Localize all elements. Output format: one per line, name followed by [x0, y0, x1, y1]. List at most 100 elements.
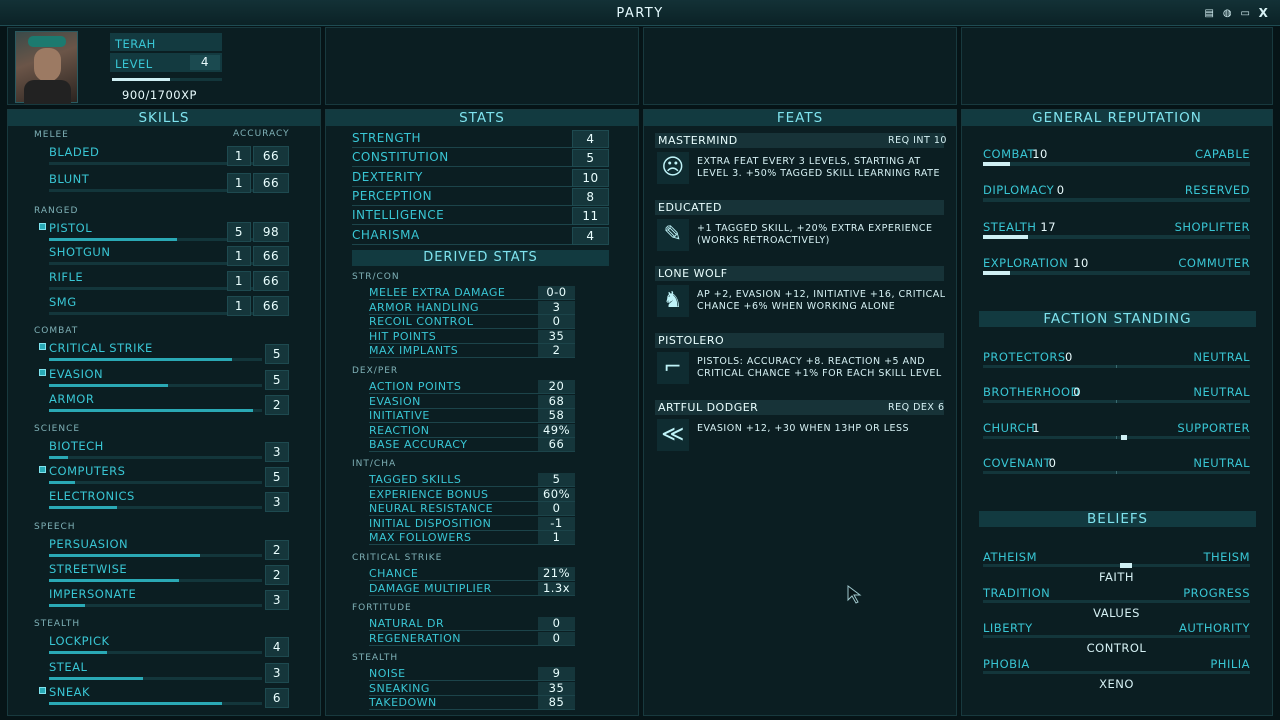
- derived-stat-label: RECOIL CONTROL: [369, 315, 474, 329]
- skill-progress-bar: [49, 456, 262, 459]
- faction-bar-center: [1116, 365, 1117, 368]
- faction-label-covenant: COVENANT: [983, 455, 1052, 470]
- faction-label-church: CHURCH: [983, 420, 1036, 435]
- reputation-value: 0: [1056, 183, 1065, 198]
- stat-label-charisma: CHARISMA: [352, 227, 420, 242]
- skill-level-value: 5: [265, 467, 289, 487]
- skill-label: STREETWISE: [49, 562, 128, 576]
- skill-category-combat: COMBAT: [34, 326, 79, 336]
- close-icon[interactable]: X: [1257, 7, 1270, 20]
- derived-stat-value: 1.3x: [538, 581, 575, 595]
- tagged-skill-icon: [39, 687, 46, 694]
- chat-icon[interactable]: ▭: [1239, 7, 1252, 20]
- reputation-value: 17: [1040, 219, 1057, 234]
- derived-stat-label: EXPERIENCE BONUS: [369, 487, 489, 501]
- empty-party-slot[interactable]: [643, 27, 957, 105]
- skill-label: LOCKPICK: [49, 634, 110, 648]
- stat-label-constitution: CONSTITUTION: [352, 150, 449, 165]
- derived-stat-value: 58: [538, 409, 575, 423]
- reputation-bar: [983, 234, 1250, 239]
- skill-level-value: 5: [265, 370, 289, 390]
- reputation-label-combat: COMBAT: [983, 147, 1035, 161]
- stat-underline: [352, 147, 609, 148]
- skill-level-value: 6: [265, 688, 289, 708]
- skill-accuracy-value: 66: [253, 146, 289, 166]
- derived-stat-label: TAGGED SKILLS: [369, 473, 462, 486]
- derived-stat-label: MAX IMPLANTS: [369, 344, 459, 358]
- derived-stat-label: MAX FOLLOWERS: [369, 531, 472, 545]
- portrait-avatar[interactable]: [15, 31, 78, 104]
- derived-stat-label: REACTION: [369, 423, 430, 437]
- reputation-rank: SHOPLIFTER: [1174, 219, 1250, 234]
- derived-underline: [369, 709, 575, 711]
- derived-underline: [369, 594, 575, 596]
- skill-label: EVASION: [49, 367, 104, 381]
- tagged-skill-icon: [39, 466, 46, 473]
- faction-rank: SUPPORTER: [1177, 420, 1250, 435]
- faction-rank: NEUTRAL: [1193, 350, 1250, 364]
- skill-category-speech: SPEECH: [34, 522, 76, 532]
- faction-label-brotherhood: BROTHERHOOD: [983, 385, 1080, 400]
- faction-value: 0: [1065, 350, 1073, 364]
- feat-requirement: REQ INT 10: [888, 135, 947, 146]
- derived-stat-value: 0: [538, 315, 575, 329]
- feat-description-line1: PISTOLS: ACCURACY +8. REACTION +5 AND: [697, 356, 926, 367]
- derived-stat-label: BASE ACCURACY: [369, 438, 468, 452]
- stat-value: 11: [572, 207, 609, 226]
- derived-stats-header: DERIVED STATS: [352, 250, 609, 266]
- grenade-icon[interactable]: ◍: [1221, 7, 1234, 20]
- derived-stat-value: 0: [538, 631, 575, 645]
- feat-description-line2: CRITICAL CHANCE +1% FOR EACH SKILL LEVEL: [697, 368, 942, 379]
- derived-stat-label: INITIATIVE: [369, 409, 430, 423]
- derived-stat-value: 20: [538, 380, 575, 393]
- faction-value: 0: [1048, 455, 1057, 470]
- wolf-icon: ♞: [657, 285, 689, 317]
- derived-stat-label: ARMOR HANDLING: [369, 300, 480, 314]
- skill-progress-bar: [49, 409, 262, 412]
- stat-value: 5: [572, 149, 609, 168]
- belief-marker: [1119, 563, 1132, 568]
- dodge-icon: ≪: [657, 419, 689, 451]
- reputation-label-exploration: EXPLORATION: [983, 255, 1069, 270]
- skill-category-ranged: RANGED: [34, 206, 79, 216]
- skill-level-value: 5: [265, 344, 289, 364]
- belief-axis-name: VALUES: [1093, 605, 1140, 620]
- derived-underline: [369, 451, 575, 453]
- feat-description-line2: (WORKS RETROACTIVELY): [697, 235, 830, 246]
- empty-party-slot[interactable]: [961, 27, 1273, 105]
- skill-accuracy-value: 66: [253, 296, 289, 316]
- derived-stat-label: CHANCE: [369, 567, 419, 580]
- derived-stat-value: 3: [538, 300, 575, 314]
- stat-label-intelligence: INTELLIGENCE: [352, 208, 445, 223]
- derived-stat-value: 21%: [538, 567, 575, 580]
- notepad-icon[interactable]: ▤: [1203, 7, 1216, 20]
- derived-stat-value: -1: [538, 516, 575, 530]
- skill-level-value: 5: [227, 222, 251, 242]
- skill-label: PISTOL: [49, 221, 93, 235]
- skill-progress-bar: [49, 358, 262, 361]
- belief-bar: [983, 670, 1250, 674]
- belief-left-label: ATHEISM: [983, 550, 1038, 564]
- stat-underline: [352, 224, 609, 226]
- derived-category: INT/CHA: [352, 459, 397, 469]
- skill-accuracy-value: 66: [253, 271, 289, 291]
- reputation-label-diplomacy: DIPLOMACY: [983, 183, 1055, 198]
- feat-description-line1: EVASION +12, +30 WHEN 13HP OR LESS: [697, 423, 910, 434]
- empty-party-slot[interactable]: [325, 27, 639, 105]
- skill-label: STEAL: [49, 660, 88, 674]
- stat-value: 10: [572, 168, 609, 187]
- faction-bar-center: [1116, 435, 1117, 439]
- belief-left-label: TRADITION: [983, 585, 1051, 600]
- skill-level-value: 1: [227, 173, 251, 193]
- derived-category: FORTITUDE: [352, 603, 412, 613]
- reputation-bar: [983, 198, 1250, 203]
- derived-stat-value: 66: [538, 438, 575, 452]
- reputation-value: 10: [1032, 147, 1048, 161]
- skill-level-value: 2: [265, 540, 289, 560]
- skill-level-value: 1: [227, 246, 251, 266]
- belief-right-label: PHILIA: [1210, 656, 1250, 671]
- faction-value: 0: [1073, 385, 1082, 400]
- skill-progress-bar: [49, 604, 262, 607]
- faction-bar-center: [1116, 470, 1117, 474]
- skill-progress-bar: [49, 677, 262, 680]
